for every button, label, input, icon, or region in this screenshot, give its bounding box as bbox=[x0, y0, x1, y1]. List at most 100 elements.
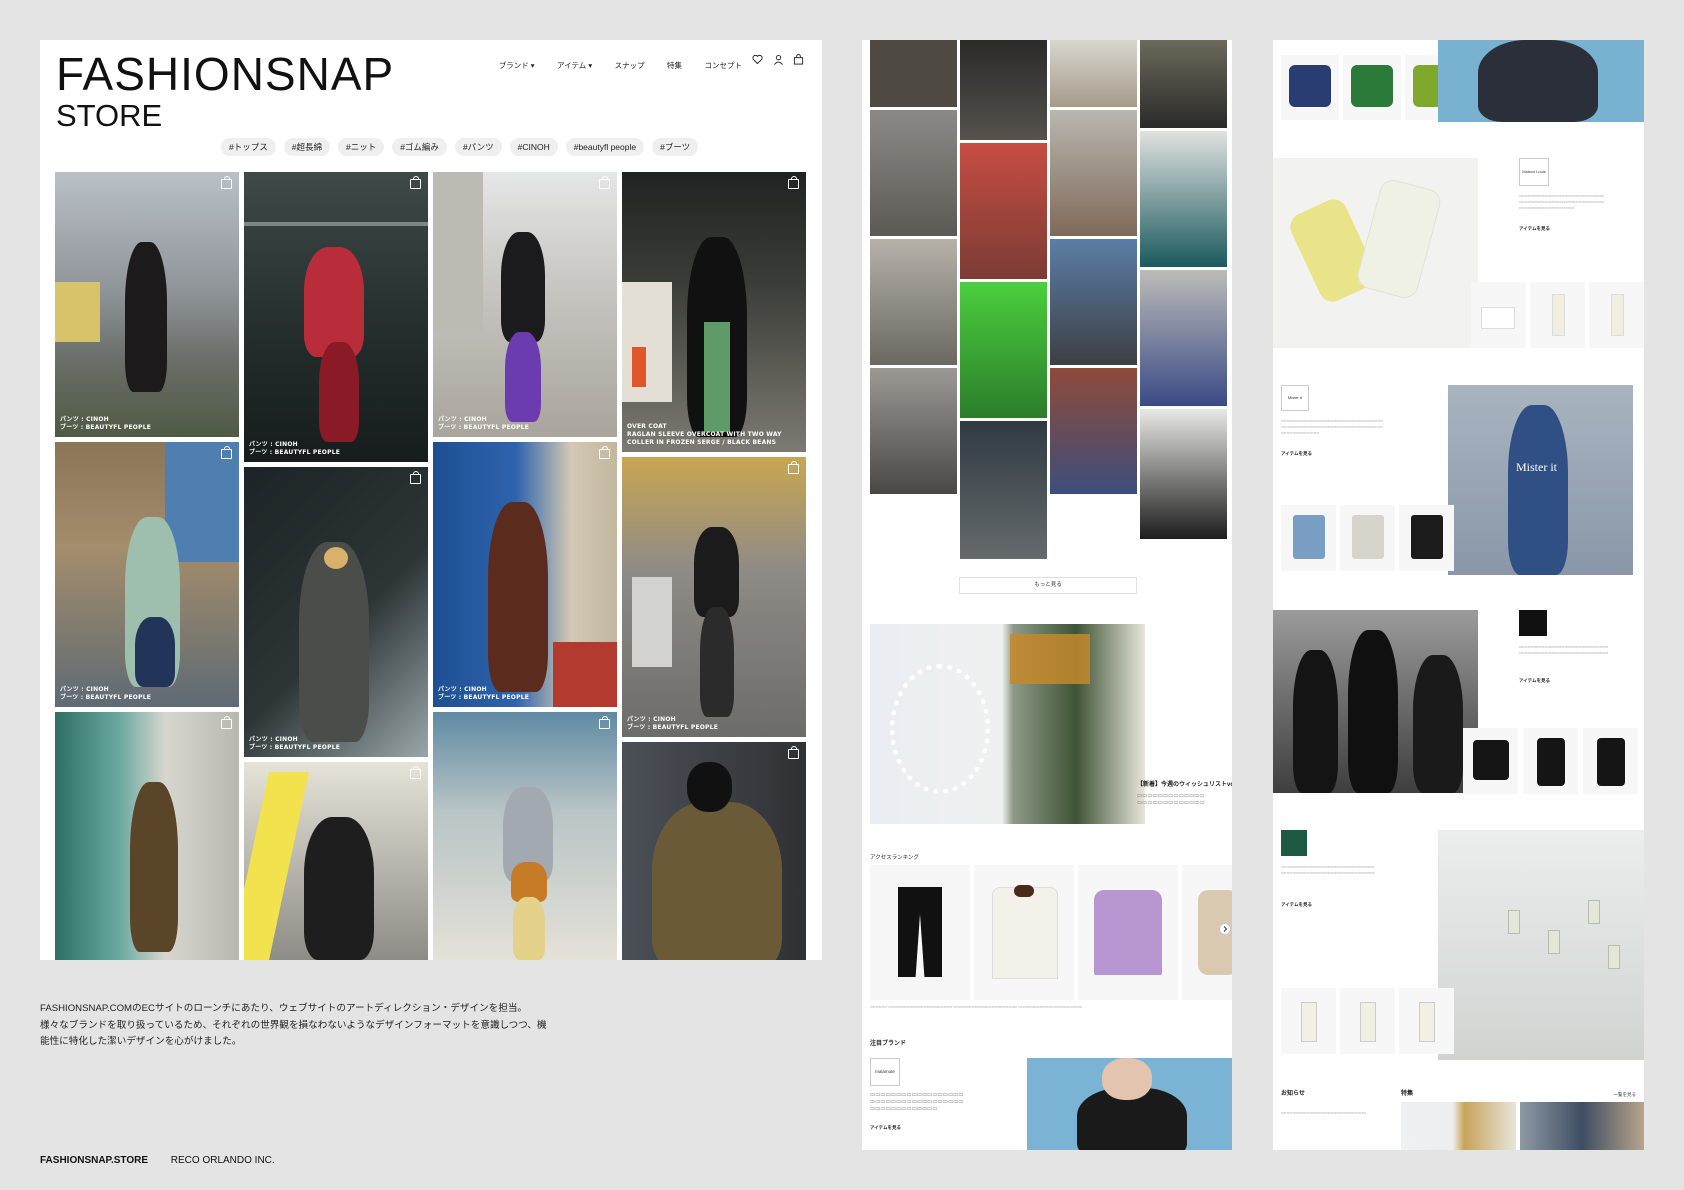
product-thumb[interactable] bbox=[1523, 728, 1578, 794]
brand-items-link[interactable]: アイテムを見る bbox=[1281, 451, 1312, 457]
snap-photo[interactable] bbox=[622, 742, 806, 960]
bag-icon[interactable] bbox=[221, 446, 232, 459]
snap-thumb[interactable] bbox=[1050, 239, 1137, 365]
nav-item[interactable]: アイテム ▾ bbox=[557, 61, 592, 70]
snap-caption: パンツ : CINOH ブーツ : BEAUTYFL PEOPLE bbox=[627, 716, 719, 731]
bag-icon[interactable] bbox=[788, 461, 799, 474]
snap-thumb[interactable] bbox=[1050, 40, 1137, 107]
ranking-item[interactable] bbox=[974, 865, 1074, 1000]
campaign-image[interactable]: Mister it bbox=[1448, 385, 1633, 575]
feature-image[interactable] bbox=[870, 624, 1145, 824]
nav-feature[interactable]: 特集 bbox=[667, 61, 682, 70]
snap-thumb[interactable] bbox=[870, 368, 957, 494]
bag-icon[interactable] bbox=[788, 746, 799, 759]
nav-brand[interactable]: ブランド ▾ bbox=[499, 61, 535, 70]
tag-pants[interactable]: #パンツ bbox=[454, 138, 502, 156]
snap-thumb[interactable] bbox=[1050, 368, 1137, 494]
product-thumb[interactable] bbox=[1281, 505, 1336, 571]
tag-tops[interactable]: #トップス bbox=[221, 138, 276, 156]
snap-thumb[interactable] bbox=[1140, 409, 1227, 539]
snap-thumb[interactable] bbox=[960, 421, 1047, 559]
user-icon[interactable] bbox=[773, 54, 784, 65]
more-button[interactable]: もっと見る bbox=[959, 577, 1137, 594]
ranking-item[interactable] bbox=[1078, 865, 1178, 1000]
brand-logo-box[interactable]: Mister It bbox=[1281, 385, 1309, 411]
feature-thumb[interactable] bbox=[1401, 1102, 1516, 1150]
snap-photo[interactable]: パンツ : CINOH ブーツ : BEAUTYFL PEOPLE bbox=[622, 457, 806, 737]
snap-thumb[interactable] bbox=[1140, 131, 1227, 267]
brand-hero-image[interactable] bbox=[1273, 610, 1478, 793]
ranking-item[interactable] bbox=[870, 865, 970, 1000]
snap-thumb[interactable] bbox=[960, 282, 1047, 418]
bag-icon[interactable] bbox=[599, 176, 610, 189]
snap-thumb[interactable] bbox=[870, 40, 957, 107]
brand-items-link[interactable]: アイテムを見る bbox=[1281, 902, 1312, 908]
product-thumb[interactable] bbox=[1340, 505, 1395, 571]
snap-thumb[interactable] bbox=[1050, 110, 1137, 236]
bag-icon[interactable] bbox=[221, 176, 232, 189]
product-thumb[interactable] bbox=[1589, 282, 1644, 348]
brand-items-link[interactable]: アイテムを見る bbox=[1519, 678, 1550, 684]
brand-hero-image[interactable] bbox=[1273, 158, 1478, 348]
brand-hero-image[interactable] bbox=[1027, 1058, 1232, 1150]
snap-photo[interactable]: パンツ : CINOH ブーツ : BEAUTYFL PEOPLE bbox=[244, 172, 428, 462]
product-thumb[interactable] bbox=[1399, 505, 1454, 571]
product-thumb[interactable] bbox=[1463, 728, 1518, 794]
tag-cotton[interactable]: #超長綿 bbox=[283, 138, 330, 156]
snap-thumb[interactable] bbox=[960, 143, 1047, 279]
brand-logo-box[interactable] bbox=[1281, 830, 1307, 856]
heart-icon[interactable] bbox=[752, 54, 763, 65]
bag-icon[interactable] bbox=[410, 176, 421, 189]
tag-boots[interactable]: #ブーツ bbox=[652, 138, 699, 156]
snap-caption: パンツ : CINOH ブーツ : BEAUTYFL PEOPLE bbox=[249, 441, 341, 456]
bag-icon[interactable] bbox=[599, 716, 610, 729]
snap-photo[interactable]: パンツ : CINOH ブーツ : BEAUTYFL PEOPLE bbox=[244, 467, 428, 757]
product-thumb[interactable] bbox=[1530, 282, 1585, 348]
product-thumb[interactable] bbox=[1340, 988, 1395, 1054]
arrow-right-icon[interactable] bbox=[1219, 923, 1231, 935]
bag-icon[interactable] bbox=[793, 54, 804, 65]
brand-items-link[interactable]: アイテムを見る bbox=[1519, 226, 1550, 232]
bag-icon[interactable] bbox=[410, 471, 421, 484]
brand-logo-box[interactable]: Maison Louis bbox=[1519, 158, 1549, 186]
feature-title[interactable]: 【新着】今週のウィッシュリストvol.50 bbox=[1137, 781, 1232, 789]
brand-logo-box[interactable]: malamute bbox=[870, 1058, 900, 1086]
snap-photo[interactable] bbox=[55, 712, 239, 960]
brand-logo-box[interactable] bbox=[1519, 610, 1547, 636]
product-thumb[interactable] bbox=[1471, 282, 1526, 348]
product-thumb[interactable] bbox=[1281, 55, 1339, 120]
product-thumb[interactable] bbox=[1583, 728, 1638, 794]
snap-photo[interactable]: パンツ : CINOH ブーツ : BEAUTYFL PEOPLE bbox=[433, 442, 617, 707]
snap-thumb[interactable] bbox=[870, 110, 957, 236]
tag-rib[interactable]: #ゴム編み bbox=[392, 138, 447, 156]
snap-thumb[interactable] bbox=[1140, 40, 1227, 128]
feature-list-link[interactable]: 一覧を見る bbox=[1614, 1092, 1637, 1098]
snap-thumb[interactable] bbox=[960, 40, 1047, 140]
tag-cinoh[interactable]: #CINOH bbox=[509, 138, 558, 156]
nav-snap[interactable]: スナップ bbox=[615, 61, 645, 70]
snap-thumb[interactable] bbox=[870, 239, 957, 365]
store-logo[interactable]: FASHIONSNAP STORE bbox=[56, 48, 394, 132]
bag-icon[interactable] bbox=[788, 176, 799, 189]
snap-caption: パンツ : CINOH ブーツ : BEAUTYFL PEOPLE bbox=[60, 416, 152, 431]
snap-photo[interactable]: OVER COAT RAGLAN SLEEVE OVERCOAT WITH TW… bbox=[622, 172, 806, 452]
nav-concept[interactable]: コンセプト bbox=[705, 61, 743, 70]
feature-thumb[interactable] bbox=[1520, 1102, 1644, 1150]
snap-photo[interactable]: パンツ : CINOH ブーツ : BEAUTYFL PEOPLE bbox=[433, 172, 617, 437]
product-thumb[interactable] bbox=[1281, 988, 1336, 1054]
tag-knit[interactable]: #ニット bbox=[337, 138, 385, 156]
snap-photo[interactable]: パンツ : CINOH ブーツ : BEAUTYFL PEOPLE bbox=[55, 442, 239, 707]
snap-photo[interactable] bbox=[244, 762, 428, 960]
bag-icon[interactable] bbox=[599, 446, 610, 459]
tag-beautyfl[interactable]: #beautyfl people bbox=[565, 138, 645, 156]
bag-icon[interactable] bbox=[221, 716, 232, 729]
snap-photo[interactable] bbox=[433, 712, 617, 960]
snap-thumb[interactable] bbox=[1140, 270, 1227, 406]
brand-hero-image[interactable] bbox=[1438, 40, 1644, 122]
brand-hero-image[interactable] bbox=[1438, 830, 1644, 1060]
brand-items-link[interactable]: アイテムを見る bbox=[870, 1125, 901, 1131]
product-thumb[interactable] bbox=[1399, 988, 1454, 1054]
product-thumb[interactable] bbox=[1343, 55, 1401, 120]
bag-icon[interactable] bbox=[410, 766, 421, 779]
snap-photo[interactable]: パンツ : CINOH ブーツ : BEAUTYFL PEOPLE bbox=[55, 172, 239, 437]
